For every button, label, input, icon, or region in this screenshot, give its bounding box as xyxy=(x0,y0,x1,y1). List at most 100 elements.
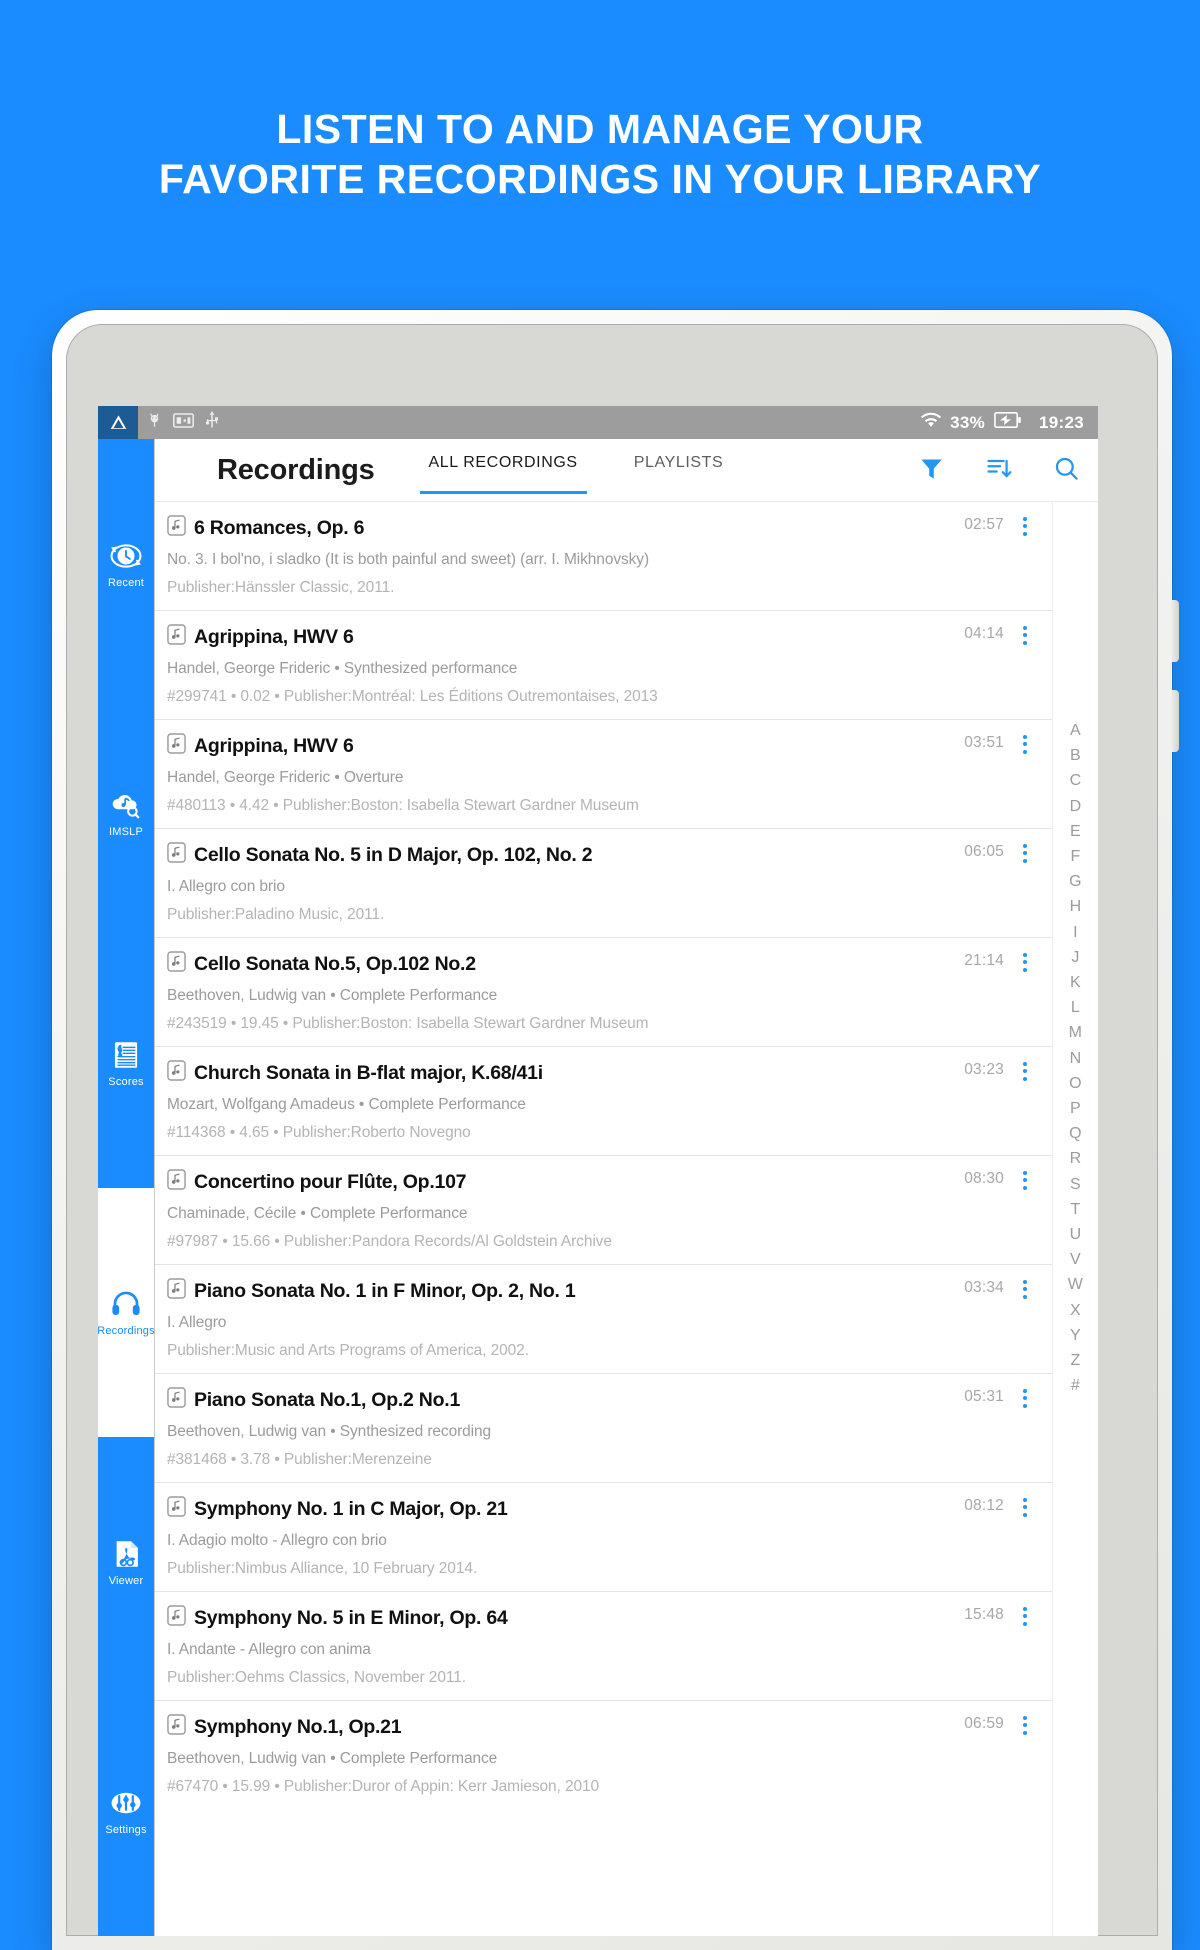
alpha-index-letter[interactable]: A xyxy=(1070,718,1081,743)
alpha-index-letter[interactable]: M xyxy=(1069,1020,1083,1045)
music-note-icon xyxy=(167,1387,186,1414)
alpha-index-letter[interactable]: Y xyxy=(1070,1323,1081,1348)
recording-subtitle: I. Allegro con brio xyxy=(167,878,285,895)
alpha-index-letter[interactable]: T xyxy=(1070,1197,1080,1222)
recording-meta: Publisher:Oehms Classics, November 2011. xyxy=(167,1669,466,1686)
alpha-index-letter[interactable]: # xyxy=(1071,1373,1080,1398)
overflow-menu-icon[interactable] xyxy=(1014,1386,1036,1410)
sort-icon[interactable] xyxy=(985,454,1013,487)
recording-row[interactable]: Piano Sonata No. 1 in F Minor, Op. 2, No… xyxy=(155,1265,1052,1374)
alpha-index-letter[interactable]: V xyxy=(1070,1247,1081,1272)
recording-title: Symphony No.1, Op.21 xyxy=(194,1716,402,1738)
recording-row[interactable]: Symphony No. 1 in C Major, Op. 21 I. Adag… xyxy=(155,1483,1052,1592)
recording-duration: 21:14 xyxy=(964,952,1004,969)
alpha-index-letter[interactable]: Z xyxy=(1070,1348,1080,1373)
main-panel: Recordings ALL RECORDINGS PLAYLISTS 6 Ro… xyxy=(155,439,1098,1936)
sidebar-item-settings[interactable]: Settings xyxy=(98,1687,154,1937)
overflow-menu-icon[interactable] xyxy=(1014,1059,1036,1083)
alpha-index-letter[interactable]: R xyxy=(1070,1146,1082,1171)
recording-subtitle: Beethoven, Ludwig van • Complete Perform… xyxy=(167,987,498,1004)
toolbar-actions xyxy=(918,439,1080,502)
recording-duration: 03:51 xyxy=(964,734,1004,751)
recordings-list[interactable]: 6 Romances, Op. 6 No. 3. I bol'no, i slad… xyxy=(155,502,1052,1936)
recording-subtitle: Chaminade, Cécile • Complete Performance xyxy=(167,1205,468,1222)
recording-title: Piano Sonata No. 1 in F Minor, Op. 2, No… xyxy=(194,1280,576,1302)
alpha-index-letter[interactable]: B xyxy=(1070,743,1081,768)
recording-subtitle: Beethoven, Ludwig van • Synthesized reco… xyxy=(167,1423,492,1440)
alpha-index-letter[interactable]: W xyxy=(1068,1272,1083,1297)
alpha-index-letter[interactable]: E xyxy=(1070,819,1081,844)
recording-row[interactable]: Concertino pour Flûte, Op.107 Chaminade, … xyxy=(155,1156,1052,1265)
sidebar-item-recordings[interactable]: Recordings xyxy=(98,1187,155,1437)
alphabet-index[interactable]: A B C D E F G H I J K L M N O P Q R S T U V W X Y Z # xyxy=(1052,502,1098,1936)
alpha-index-letter[interactable]: P xyxy=(1070,1096,1081,1121)
recording-title: Agrippina, HWV 6 xyxy=(194,626,354,648)
battery-charging-icon xyxy=(994,411,1021,433)
recording-meta: #114368 • 4.65 • Publisher:Roberto Noveg… xyxy=(167,1124,471,1141)
overflow-menu-icon[interactable] xyxy=(1014,1495,1036,1519)
volume-down-button[interactable] xyxy=(1171,690,1179,752)
recording-title: Cello Sonata No. 5 in D Major, Op. 102, … xyxy=(194,844,593,866)
recording-meta: #243519 • 19.45 • Publisher:Boston: Isab… xyxy=(167,1015,649,1032)
overflow-menu-icon[interactable] xyxy=(1014,1168,1036,1192)
recording-title: Church Sonata in B-flat major, K.68/41i xyxy=(194,1062,543,1084)
overflow-menu-icon[interactable] xyxy=(1014,732,1036,756)
recording-title-line: Concertino pour Flûte, Op.107 xyxy=(167,1169,1038,1196)
recording-row[interactable]: Agrippina, HWV 6 Handel, George Frideric … xyxy=(155,611,1052,720)
alpha-index-letter[interactable]: U xyxy=(1070,1222,1082,1247)
recording-row[interactable]: 6 Romances, Op. 6 No. 3. I bol'no, i slad… xyxy=(155,502,1052,611)
recording-duration: 05:31 xyxy=(964,1388,1004,1405)
alpha-index-letter[interactable]: N xyxy=(1070,1046,1082,1071)
recording-duration: 06:59 xyxy=(964,1715,1004,1732)
overflow-menu-icon[interactable] xyxy=(1014,623,1036,647)
recording-title-line: Agrippina, HWV 6 xyxy=(167,733,1038,760)
volume-up-button[interactable] xyxy=(1171,600,1179,662)
overflow-menu-icon[interactable] xyxy=(1014,1713,1036,1737)
recording-title: Piano Sonata No.1, Op.2 No.1 xyxy=(194,1389,461,1411)
recording-row[interactable]: Symphony No. 5 in E Minor, Op. 64 I. Anda… xyxy=(155,1592,1052,1701)
alpha-index-letter[interactable]: C xyxy=(1070,768,1082,793)
overflow-menu-icon[interactable] xyxy=(1014,950,1036,974)
overflow-menu-icon[interactable] xyxy=(1014,841,1036,865)
search-icon[interactable] xyxy=(1053,455,1080,487)
alpha-index-letter[interactable]: I xyxy=(1073,920,1078,945)
alpha-index-letter[interactable]: X xyxy=(1070,1298,1081,1323)
recording-meta: #67470 • 15.99 • Publisher:Duror of Appi… xyxy=(167,1778,600,1795)
alpha-index-letter[interactable]: K xyxy=(1070,970,1081,995)
alpha-index-letter[interactable]: O xyxy=(1069,1071,1082,1096)
alpha-index-letter[interactable]: F xyxy=(1070,844,1080,869)
recording-row[interactable]: Church Sonata in B-flat major, K.68/41i M… xyxy=(155,1047,1052,1156)
alpha-index-letter[interactable]: H xyxy=(1070,894,1082,919)
recording-row[interactable]: Symphony No.1, Op.21 Beethoven, Ludwig va… xyxy=(155,1701,1052,1809)
sidebar-item-recent[interactable]: Recent xyxy=(98,439,154,689)
filter-icon[interactable] xyxy=(918,455,945,487)
sidebar-item-label: Recent xyxy=(107,576,145,589)
sidebar-item-viewer[interactable]: Viewer xyxy=(98,1437,154,1687)
recording-row[interactable]: Cello Sonata No.5, Op.102 No.2 Beethoven,… xyxy=(155,938,1052,1047)
alpha-index-letter[interactable]: S xyxy=(1070,1172,1081,1197)
overflow-menu-icon[interactable] xyxy=(1014,1277,1036,1301)
alpha-index-letter[interactable]: Q xyxy=(1069,1121,1082,1146)
overflow-menu-icon[interactable] xyxy=(1014,1604,1036,1628)
alpha-index-letter[interactable]: D xyxy=(1070,794,1082,819)
alpha-index-letter[interactable]: L xyxy=(1071,995,1080,1020)
recording-row[interactable]: Agrippina, HWV 6 Handel, George Frideric … xyxy=(155,720,1052,829)
alpha-index-letter[interactable]: G xyxy=(1069,869,1082,894)
recording-row[interactable]: Cello Sonata No. 5 in D Major, Op. 102, … xyxy=(155,829,1052,938)
overflow-menu-icon[interactable] xyxy=(1014,514,1036,538)
alpha-index-letter[interactable]: J xyxy=(1071,945,1079,970)
music-note-icon xyxy=(167,1169,186,1196)
sidebar-item-scores[interactable]: Scores xyxy=(98,938,154,1188)
sidebar-item-imslp[interactable]: IMSLP xyxy=(98,689,154,939)
recording-duration: 03:23 xyxy=(964,1061,1004,1078)
recording-title: Cello Sonata No.5, Op.102 No.2 xyxy=(194,953,476,975)
tab-all-recordings[interactable]: ALL RECORDINGS xyxy=(419,439,587,502)
tab-playlists[interactable]: PLAYLISTS xyxy=(625,439,733,502)
cast-icon xyxy=(173,412,194,433)
recording-subtitle: I. Allegro xyxy=(167,1314,227,1331)
recording-row[interactable]: Piano Sonata No.1, Op.2 No.1 Beethoven, L… xyxy=(155,1374,1052,1483)
sidebar-item-label: Settings xyxy=(105,1824,147,1837)
tablet-device-frame: 33% 19:23 Recent IMSLP Scores Recordings… xyxy=(52,310,1179,1950)
music-note-icon xyxy=(167,951,186,978)
recording-title: 6 Romances, Op. 6 xyxy=(194,517,365,539)
